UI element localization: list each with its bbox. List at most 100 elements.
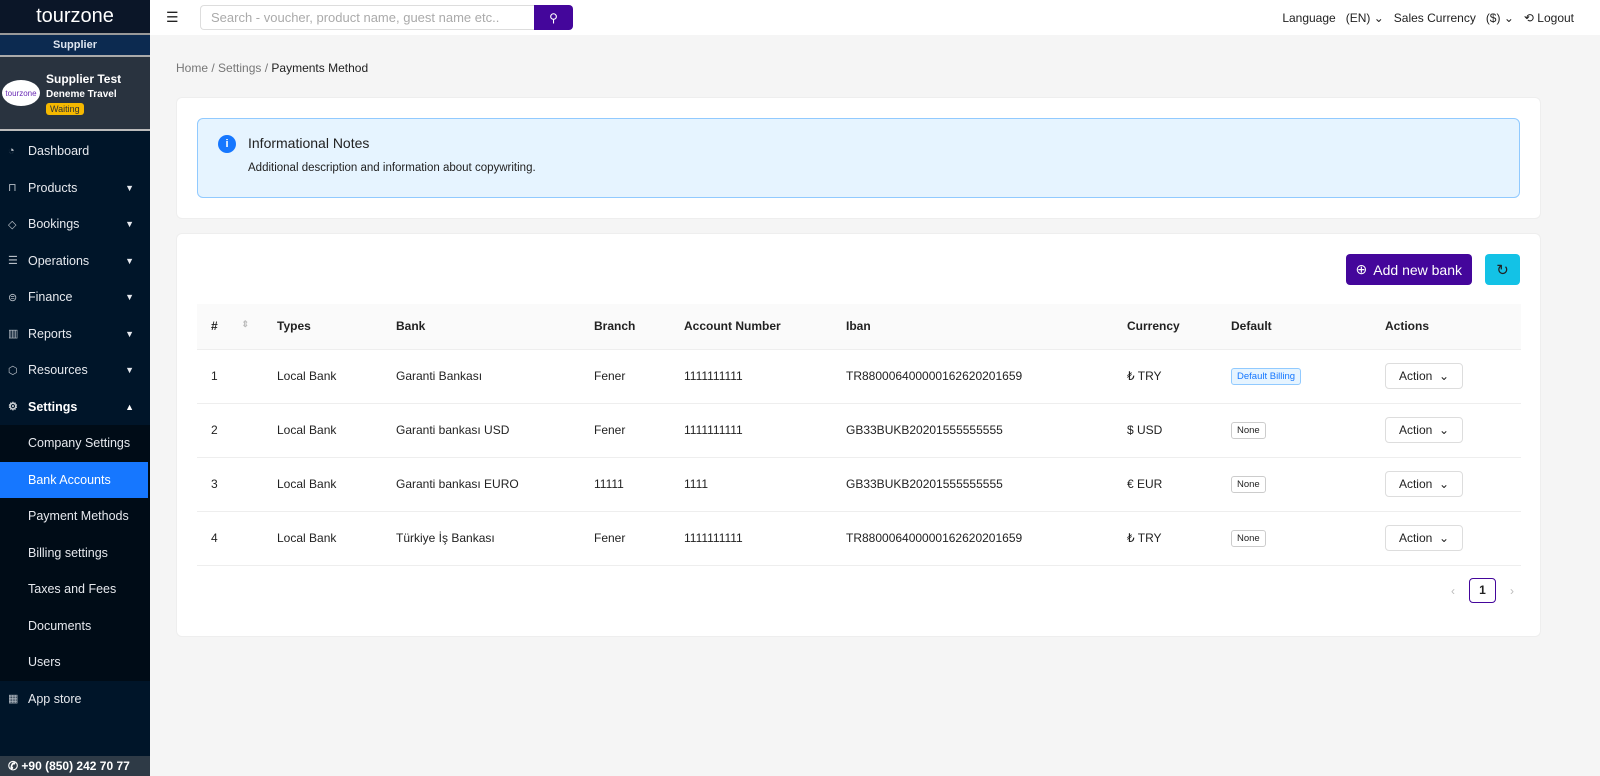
brand-logo[interactable]: tourzone <box>0 0 150 33</box>
breadcrumb-settings[interactable]: Settings <box>218 61 261 75</box>
sidebar-item-billing-settings[interactable]: Billing settings <box>0 535 150 572</box>
sidebar: tourzone Supplier tourzone Supplier Test… <box>0 0 150 776</box>
search-button[interactable]: ⚲ <box>534 5 573 30</box>
logout-button[interactable]: ⟲ Logout <box>1524 11 1574 25</box>
prev-page-icon[interactable]: ‹ <box>1451 584 1455 598</box>
col-types: Types <box>263 304 382 350</box>
label: Reports <box>28 326 72 341</box>
cell-actions: Action ⌄ <box>1371 511 1521 566</box>
list-icon: ☰ <box>8 255 18 268</box>
chevron-down-icon: ⌄ <box>1503 10 1514 25</box>
sidebar-item-payment-methods[interactable]: Payment Methods <box>0 498 150 535</box>
currency-label: Sales Currency <box>1393 10 1476 25</box>
cell-bank: Garanti bankası USD <box>382 403 580 458</box>
col-default: Default <box>1217 304 1371 350</box>
support-phone[interactable]: ✆ +90 (850) 242 70 77 <box>0 756 150 776</box>
cell-default: None <box>1217 511 1371 566</box>
sidebar-item-app-store[interactable]: ▦ App store <box>0 681 150 718</box>
action-dropdown[interactable]: Action ⌄ <box>1385 417 1463 443</box>
label: Resources <box>28 363 88 378</box>
action-dropdown[interactable]: Action ⌄ <box>1385 471 1463 497</box>
sidebar-item-bank-accounts[interactable]: Bank Accounts <box>0 461 148 498</box>
table-row: 2 Local Bank Garanti bankası USD Fener 1… <box>197 403 1521 458</box>
coin-icon: ⊜ <box>8 291 18 304</box>
sidebar-item-company-settings[interactable]: Company Settings <box>0 425 150 462</box>
sidebar-item-dashboard[interactable]: ◔ Dashboard <box>0 133 150 170</box>
currency-select[interactable]: ($) ⌄ <box>1486 11 1514 25</box>
chevron-down-icon: ⌄ <box>1438 423 1450 437</box>
role-label: Supplier <box>0 33 150 57</box>
cell-number: 2 <box>197 403 263 458</box>
cell-iban: GB33BUKB20201555555555 <box>832 457 1113 512</box>
chevron-down-icon: ⌄ <box>1438 369 1450 383</box>
action-label: Action <box>1398 477 1433 491</box>
sidebar-item-products[interactable]: ⊓ Products ▼ <box>0 170 150 207</box>
col-branch: Branch <box>580 304 670 350</box>
language-select[interactable]: (EN) ⌄ <box>1346 11 1384 25</box>
cell-branch: Fener <box>580 349 670 404</box>
bank-accounts-card: ⊕ Add new bank ↻ # ⇕ Types Bank Branch Acc… <box>176 233 1541 637</box>
chevron-down-icon: ▼ <box>125 182 134 193</box>
add-new-bank-button[interactable]: ⊕ Add new bank <box>1345 254 1472 285</box>
default-badge: None <box>1231 529 1266 547</box>
cell-number: 4 <box>197 511 263 566</box>
page-1[interactable]: 1 <box>1469 578 1496 603</box>
top-bar: ☰ Search - voucher, product name, guest … <box>150 0 1600 35</box>
sidebar-item-taxes-and-fees[interactable]: Taxes and Fees <box>0 571 150 608</box>
label: App store <box>28 691 82 706</box>
cell-branch: Fener <box>580 403 670 458</box>
sidebar-item-documents[interactable]: Documents <box>0 608 150 645</box>
next-page-icon[interactable]: › <box>1510 584 1514 598</box>
chevron-down-icon: ▼ <box>125 255 134 266</box>
sort-icon[interactable]: ⇕ <box>241 319 249 330</box>
col-number[interactable]: # ⇕ <box>197 304 263 350</box>
search-input[interactable]: Search - voucher, product name, guest na… <box>200 5 534 30</box>
language-value: (EN) <box>1345 10 1371 25</box>
col-actions: Actions <box>1371 304 1521 350</box>
chevron-down-icon: ⌄ <box>1438 531 1450 545</box>
refresh-button[interactable]: ↻ <box>1485 254 1520 285</box>
sidebar-item-resources[interactable]: ⬡ Resources ▼ <box>0 352 150 389</box>
breadcrumb-home[interactable]: Home <box>176 61 208 75</box>
default-badge: None <box>1231 421 1266 439</box>
action-dropdown[interactable]: Action ⌄ <box>1385 525 1463 551</box>
sidebar-item-users[interactable]: Users <box>0 644 150 681</box>
cell-branch: Fener <box>580 511 670 566</box>
chevron-down-icon: ▼ <box>125 365 134 376</box>
sidebar-item-finance[interactable]: ⊜ Finance ▼ <box>0 279 150 316</box>
cell-bank: Garanti Bankası <box>382 349 580 404</box>
gear-icon: ⚙ <box>8 401 18 414</box>
profile-company: Deneme Travel <box>46 88 117 100</box>
cell-number: 1 <box>197 349 263 404</box>
chevron-down-icon: ▼ <box>125 292 134 303</box>
label: Finance <box>28 290 73 305</box>
bag-icon: ⊓ <box>8 182 17 195</box>
sidebar-item-reports[interactable]: ▥ Reports ▼ <box>0 316 150 353</box>
label: Dashboard <box>28 144 90 159</box>
sidebar-item-operations[interactable]: ☰ Operations ▼ <box>0 243 150 280</box>
chevron-down-icon: ▼ <box>125 219 134 230</box>
cell-type: Local Bank <box>263 403 382 458</box>
ticket-icon: ◇ <box>8 218 17 231</box>
info-card: i Informational Notes Additional descrip… <box>176 97 1541 219</box>
label: Add new bank <box>1373 261 1462 278</box>
chevron-up-icon: ▲ <box>125 401 134 412</box>
collapse-menu-icon[interactable]: ☰ <box>166 9 184 26</box>
cell-actions: Action ⌄ <box>1371 457 1521 512</box>
cell-account-number: 1111111111 <box>670 511 832 566</box>
profile-card[interactable]: tourzone Supplier Test Deneme Travel Wai… <box>0 57 150 131</box>
action-label: Action <box>1398 423 1433 437</box>
sidebar-item-bookings[interactable]: ◇ Bookings ▼ <box>0 206 150 243</box>
action-dropdown[interactable]: Action ⌄ <box>1385 363 1463 389</box>
logo-text: tourzone <box>36 5 114 27</box>
chevron-down-icon: ⌄ <box>1438 477 1450 491</box>
logout-label: Logout <box>1537 10 1574 25</box>
table-row: 1 Local Bank Garanti Bankası Fener 11111… <box>197 349 1521 404</box>
chart-icon: ▥ <box>8 328 19 341</box>
cell-account-number: 1111 <box>670 457 832 512</box>
language-label: Language <box>1282 10 1336 25</box>
apps-icon: ▦ <box>8 693 19 706</box>
breadcrumb-current: Payments Method <box>271 61 369 75</box>
label: Operations <box>28 253 90 268</box>
sidebar-item-settings[interactable]: ⚙ Settings ▲ <box>0 389 150 426</box>
